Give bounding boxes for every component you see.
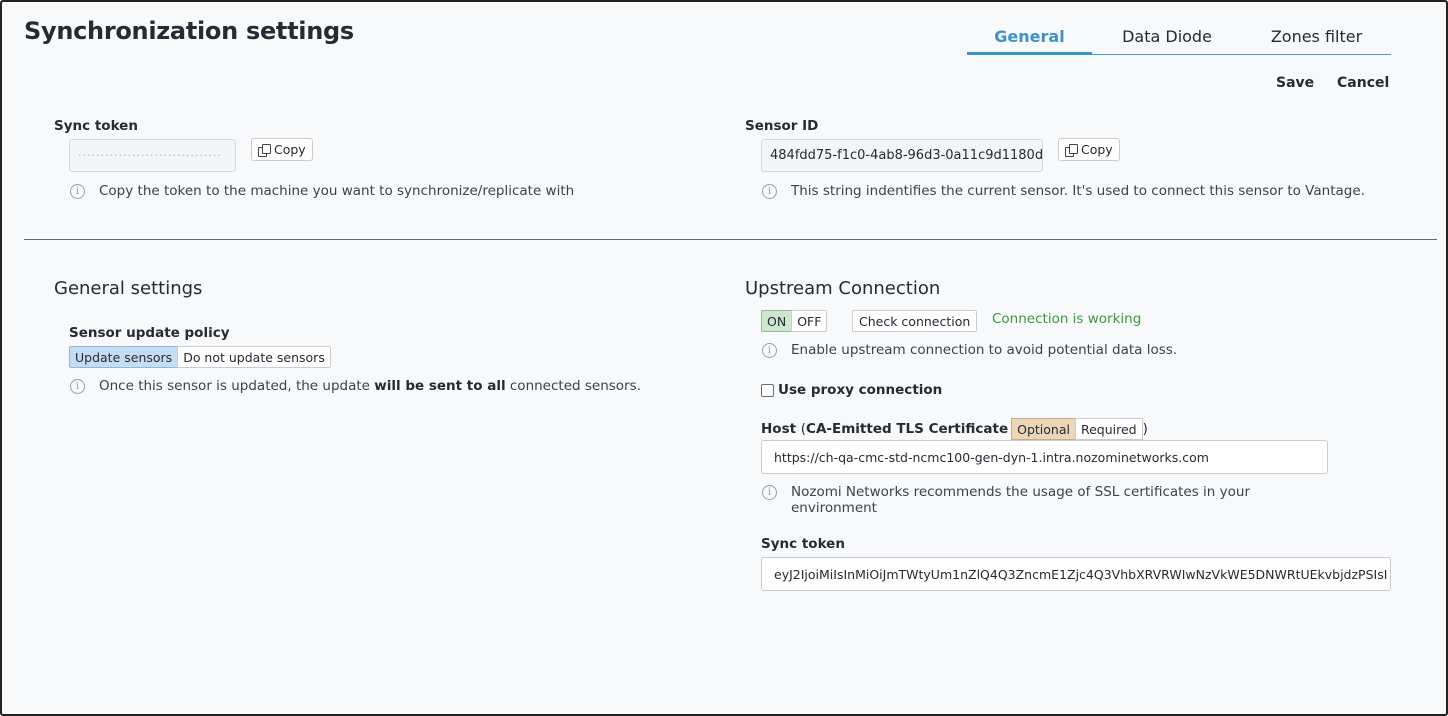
copy-sensor-id-button[interactable]: Copy (1058, 138, 1120, 161)
proxy-checkbox[interactable] (761, 383, 774, 397)
settings-window: Synchronization settings General Data Di… (0, 0, 1448, 716)
copy-label: Copy (1081, 142, 1113, 157)
token-value: eyJ2IjoiMiIsInMiOiJmTWtyUm1nZlQ4Q3ZncmE1… (774, 566, 1388, 582)
do-not-update-option[interactable]: Do not update sensors (177, 346, 331, 368)
general-settings-title: General settings (54, 278, 203, 299)
cancel-button[interactable]: Cancel (1337, 75, 1389, 91)
update-policy-label: Sensor update policy (69, 325, 230, 341)
hint-prefix: Once this sensor is updated, the update (99, 378, 375, 394)
sensor-id-label: Sensor ID (745, 118, 819, 134)
sync-token-label: Sync token (54, 118, 138, 134)
hint-text: Enable upstream connection to avoid pote… (791, 342, 1178, 358)
cert-label: CA-Emitted TLS Certificate (806, 421, 1009, 437)
sensor-id-hint: i This string indentifies the current se… (762, 183, 1365, 199)
tab-bar: General Data Diode Zones filter (967, 24, 1391, 55)
cert-selector: Optional Required (1011, 418, 1143, 440)
hint-text: This string indentifies the current sens… (791, 183, 1365, 199)
section-divider (24, 239, 1437, 240)
copy-label: Copy (274, 142, 306, 157)
copy-icon (1065, 143, 1078, 157)
sensor-id-field[interactable]: 484fdd75-f1c0-4ab8-96d3-0a11c9d1180d (761, 139, 1043, 172)
save-button[interactable]: Save (1276, 75, 1314, 91)
masked-token: ································ (78, 149, 222, 162)
hint-text: Copy the token to the machine you want t… (99, 183, 575, 199)
info-icon: i (762, 485, 777, 500)
page-title: Synchronization settings (24, 17, 354, 45)
sensor-id-value: 484fdd75-f1c0-4ab8-96d3-0a11c9d1180d (770, 148, 1043, 163)
info-icon: i (762, 343, 777, 358)
host-label-row: Host (CA-Emitted TLS Certificate Optiona… (761, 418, 1148, 440)
update-policy-hint: i Once this sensor is updated, the updat… (70, 378, 641, 394)
upstream-token-input[interactable]: eyJ2IjoiMiIsInMiOiJmTWtyUm1nZlQ4Q3ZncmE1… (761, 557, 1391, 591)
hint-bold: will be sent to all (374, 378, 506, 394)
tab-zones-filter[interactable]: Zones filter (1242, 24, 1391, 55)
toggle-off[interactable]: OFF (791, 310, 828, 332)
proxy-label: Use proxy connection (778, 382, 943, 398)
connection-status: Connection is working (992, 311, 1142, 327)
proxy-row: Use proxy connection (761, 382, 942, 398)
copy-icon (258, 143, 271, 157)
info-icon: i (70, 184, 85, 199)
paren-close: ) (1142, 421, 1148, 437)
sync-token-hint: i Copy the token to the machine you want… (70, 183, 574, 199)
cert-required-option[interactable]: Required (1074, 418, 1143, 440)
hint-suffix: connected sensors. (505, 378, 641, 394)
host-input[interactable]: https://ch-qa-cmc-std-ncmc100-gen-dyn-1.… (761, 440, 1328, 474)
sync-token-field[interactable]: ································ (69, 139, 236, 172)
upstream-toggle: ON OFF (761, 310, 828, 332)
update-policy-selector: Update sensors Do not update sensors (69, 346, 331, 368)
ssl-hint: i Nozomi Networks recommends the usage o… (762, 484, 1282, 516)
upstream-hint: i Enable upstream connection to avoid po… (762, 342, 1177, 358)
host-label: Host (761, 421, 797, 437)
update-sensors-option[interactable]: Update sensors (69, 346, 179, 368)
copy-sync-token-button[interactable]: Copy (251, 138, 313, 161)
upstream-title: Upstream Connection (745, 278, 941, 299)
info-icon: i (762, 184, 777, 199)
tab-general[interactable]: General (967, 24, 1092, 55)
tab-data-diode[interactable]: Data Diode (1092, 24, 1242, 55)
info-icon: i (70, 379, 85, 394)
cert-optional-option[interactable]: Optional (1011, 418, 1076, 440)
check-connection-button[interactable]: Check connection (852, 310, 978, 332)
upstream-token-label: Sync token (761, 536, 845, 552)
toggle-on[interactable]: ON (761, 310, 793, 332)
host-value: https://ch-qa-cmc-std-ncmc100-gen-dyn-1.… (774, 449, 1209, 465)
hint-text: Nozomi Networks recommends the usage of … (791, 484, 1251, 516)
hint-text: Once this sensor is updated, the update … (99, 378, 641, 394)
